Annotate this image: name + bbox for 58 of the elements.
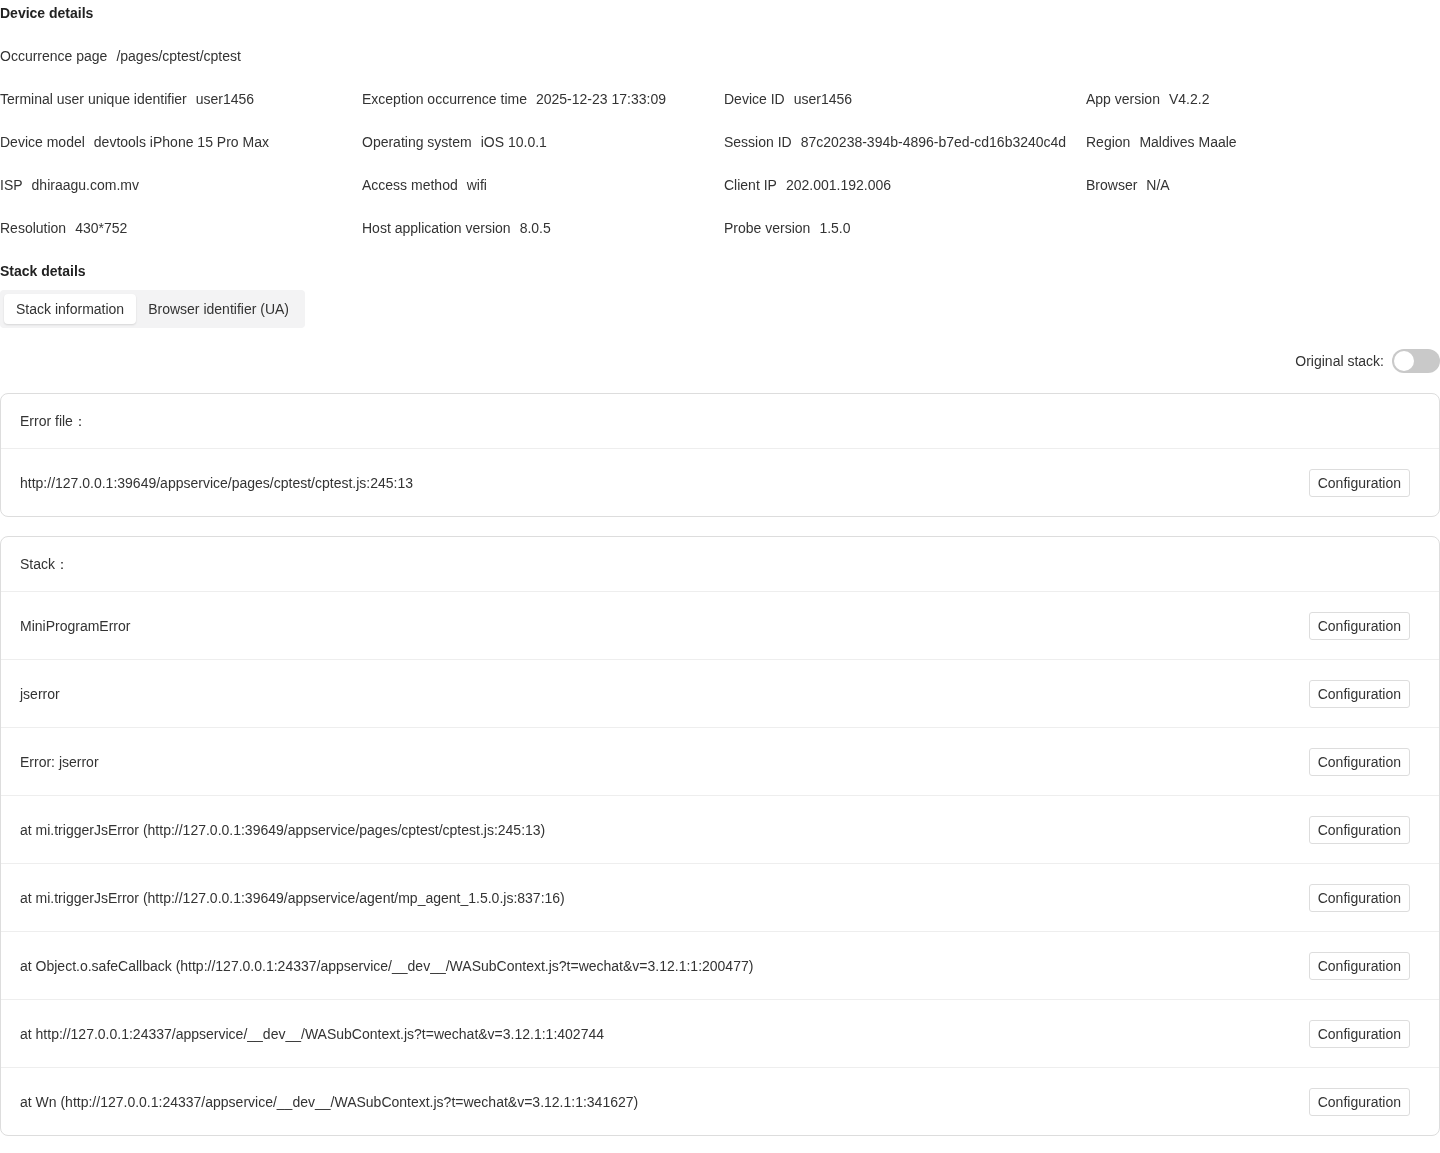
field-label: Client IP	[724, 177, 777, 193]
field-label: Terminal user unique identifier	[0, 91, 187, 107]
stack-line: at mi.triggerJsError (http://127.0.0.1:39649/appservice/agent/mp_agent_1.5.0.js:837:16)	[20, 889, 565, 906]
field-label: Region	[1086, 134, 1131, 150]
stack-line: at Object.o.safeCallback (http://127.0.0.1:24337/appservice/__dev__/WASubContext.js?t=wechat&v=3.12.1:1:200477)	[20, 957, 754, 974]
field-value: 8.0.5	[519, 220, 551, 236]
field-value: user1456	[793, 91, 853, 107]
configuration-button[interactable]: Configuration	[1308, 468, 1410, 497]
stack-line: MiniProgramError	[20, 617, 131, 634]
field-value: devtools iPhone 15 Pro Max	[93, 134, 269, 150]
stack-line: http://127.0.0.1:39649/appservice/pages/cptest/cptest.js:245:13	[20, 474, 414, 491]
toggle-switch[interactable]	[1392, 349, 1440, 373]
field-label: Operating system	[362, 134, 472, 150]
configuration-button[interactable]: Configuration	[1308, 1019, 1410, 1048]
field-label: App version	[1086, 91, 1160, 107]
configuration-button[interactable]: Configuration	[1308, 815, 1410, 844]
stack-line: at Wn (http://127.0.0.1:24337/appservice/__dev__/WASubContext.js?t=wechat&v=3.12.1:1:341627)	[20, 1093, 639, 1110]
field-label: Browser	[1086, 177, 1138, 193]
field-label: Session ID	[724, 134, 792, 150]
field-value: 2025-12-23 17:33:09	[535, 91, 666, 107]
configuration-button[interactable]: Configuration	[1308, 747, 1410, 776]
field-label: Device ID	[724, 91, 785, 107]
card-title: Error file：	[20, 413, 87, 429]
stack-line: jserror	[20, 685, 60, 702]
configuration-button[interactable]: Configuration	[1308, 883, 1410, 912]
field-label: Resolution	[0, 220, 67, 236]
field-value: /pages/cptest/cptest	[116, 48, 241, 64]
field-value: dhiraagu.com.mv	[31, 177, 139, 193]
stack-line: at http://127.0.0.1:24337/appservice/__dev__/WASubContext.js?t=wechat&v=3.12.1:1:402744	[20, 1025, 604, 1042]
section-title: Stack details	[0, 262, 87, 281]
field-label: ISP	[0, 177, 23, 193]
field-value: wifi	[466, 177, 487, 193]
configuration-button[interactable]: Configuration	[1308, 611, 1410, 640]
field-value: 430*752	[75, 220, 128, 236]
stack-line: at mi.triggerJsError (http://127.0.0.1:39649/appservice/pages/cptest/cptest.js:245:13)	[20, 821, 546, 838]
field-value: user1456	[195, 91, 255, 107]
field-value: 202.001.192.006	[785, 177, 892, 193]
field-value: V4.2.2	[1168, 91, 1210, 107]
toggle-label: Original stack:	[1295, 353, 1384, 369]
field-value: 1.5.0	[819, 220, 851, 236]
configuration-button[interactable]: Configuration	[1308, 679, 1410, 708]
configuration-button[interactable]: Configuration	[1308, 1087, 1410, 1116]
field-value: iOS 10.0.1	[480, 134, 547, 150]
field-label: Host application version	[362, 220, 511, 236]
field-label: Exception occurrence time	[362, 91, 527, 107]
field-label: Device model	[0, 134, 85, 150]
field-value: 87c20238-394b-4896-b7ed-cd16b3240c4d	[800, 134, 1067, 150]
configuration-button[interactable]: Configuration	[1308, 951, 1410, 980]
tab[interactable]: Browser identifier (UA)	[136, 294, 301, 324]
field-value: N/A	[1146, 177, 1170, 193]
card-title: Stack：	[20, 556, 69, 572]
tab[interactable]: Stack information	[4, 294, 137, 324]
field-label: Occurrence page	[0, 48, 108, 64]
section-title: Device details	[0, 4, 95, 23]
field-value: Maldives Maale	[1139, 134, 1237, 150]
stack-line: Error: jserror	[20, 753, 99, 770]
field-label: Access method	[362, 177, 458, 193]
field-label: Probe version	[724, 220, 811, 236]
